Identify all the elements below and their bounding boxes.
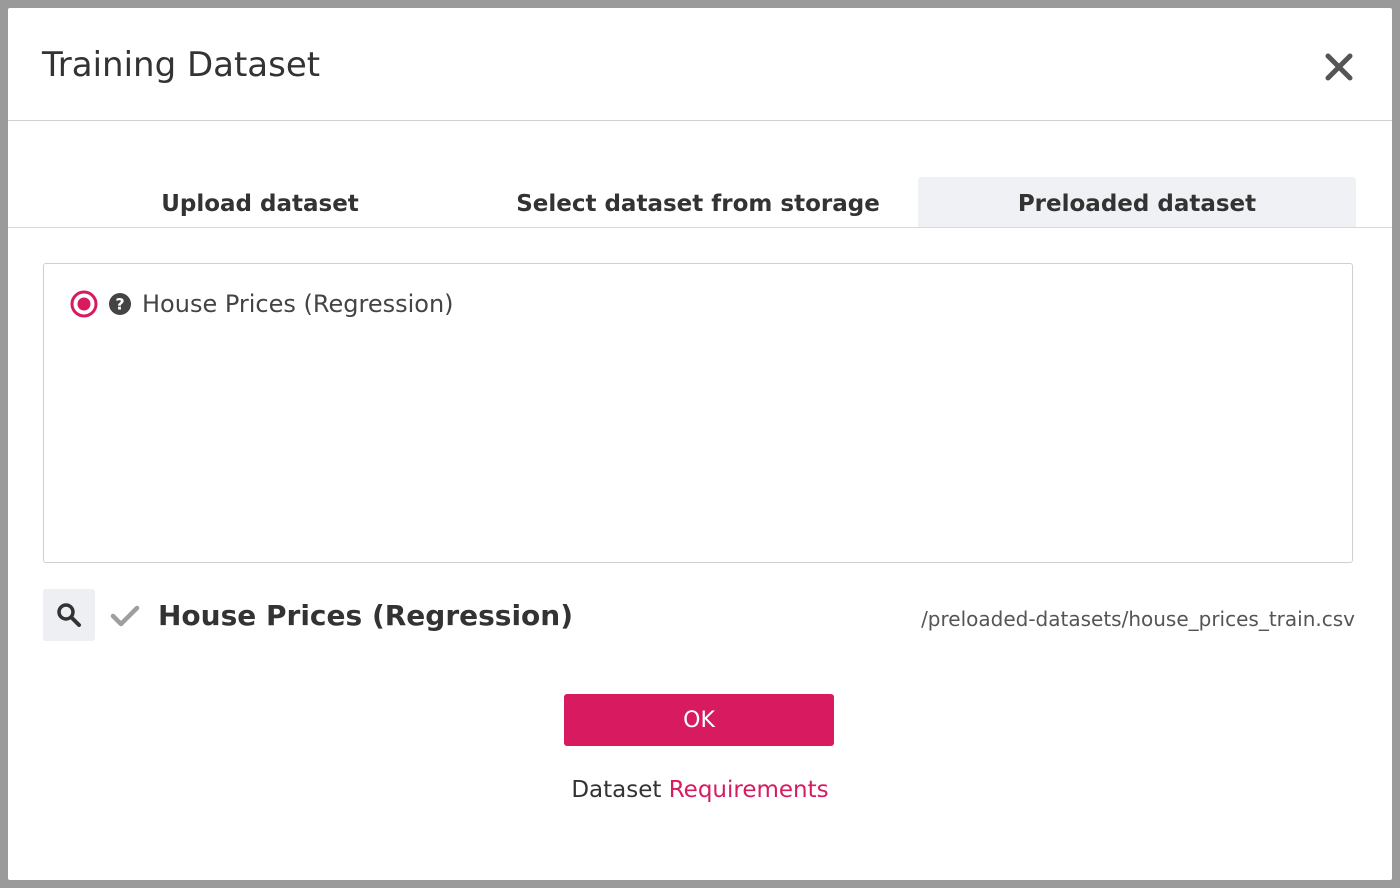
tab-preloaded-dataset[interactable]: Preloaded dataset xyxy=(918,177,1356,227)
selected-dataset-path: /preloaded-datasets/house_prices_train.c… xyxy=(921,607,1355,631)
check-icon xyxy=(110,605,140,627)
dataset-source-tabs: Upload dataset Select dataset from stora… xyxy=(8,177,1392,228)
search-icon xyxy=(57,603,81,627)
close-button[interactable] xyxy=(1324,52,1354,82)
preloaded-dataset-list: ? House Prices (Regression) xyxy=(43,263,1353,563)
dataset-requirements: Dataset Requirements xyxy=(8,774,1392,806)
tab-select-dataset-from-storage[interactable]: Select dataset from storage xyxy=(480,177,916,227)
tab-upload-dataset[interactable]: Upload dataset xyxy=(42,177,478,227)
requirements-link[interactable]: Requirements xyxy=(669,777,829,803)
dialog-title: Training Dataset xyxy=(42,45,321,85)
dialog-header: Training Dataset xyxy=(8,8,1392,121)
selected-dataset-name: House Prices (Regression) xyxy=(158,599,574,632)
help-icon[interactable]: ? xyxy=(108,292,132,316)
close-icon xyxy=(1325,53,1353,81)
ok-button[interactable]: OK xyxy=(564,694,834,746)
search-button[interactable] xyxy=(43,589,95,641)
dataset-option-label: House Prices (Regression) xyxy=(142,290,454,318)
requirements-prefix: Dataset xyxy=(571,777,662,803)
radio-selected-icon[interactable] xyxy=(70,290,98,318)
training-dataset-dialog: Training Dataset Upload dataset Select d… xyxy=(8,8,1392,880)
svg-text:?: ? xyxy=(115,295,124,314)
